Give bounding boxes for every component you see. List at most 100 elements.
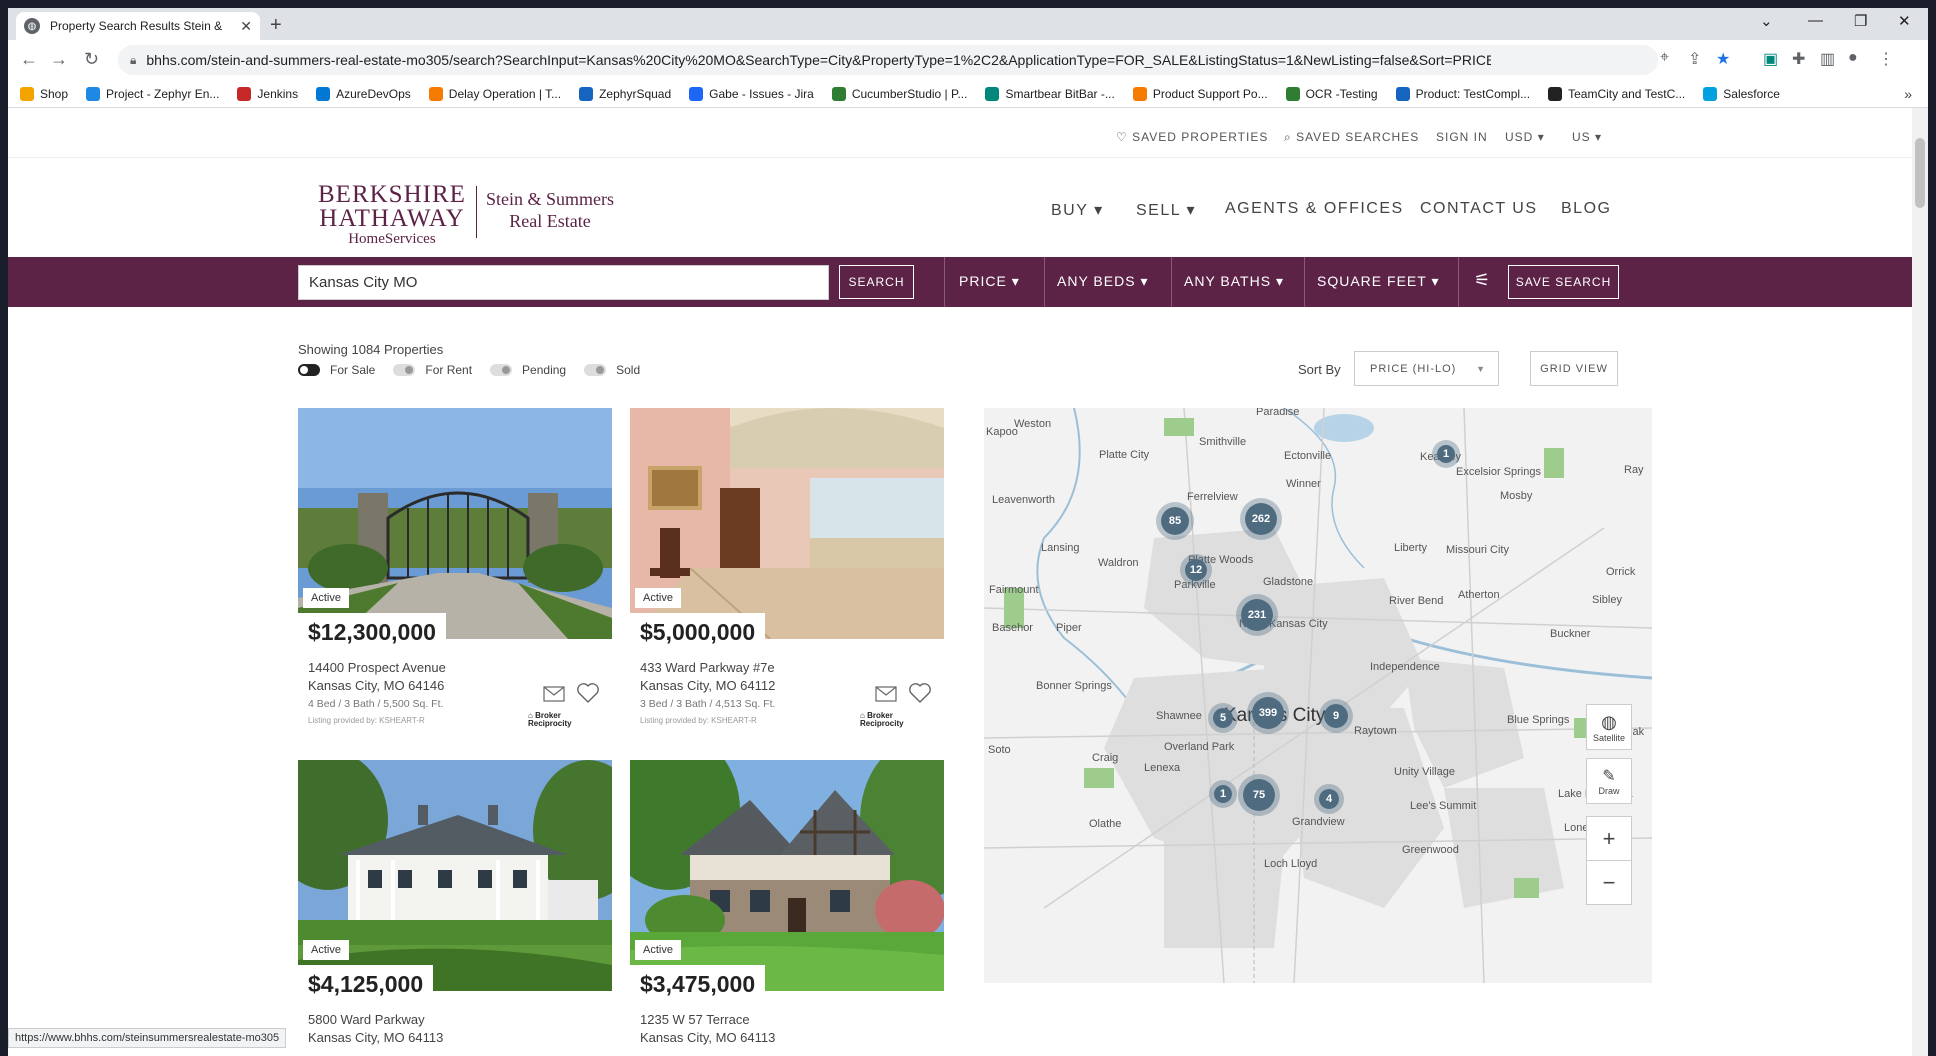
nav-buy[interactable]: BUY ▾ (1051, 200, 1104, 220)
map-cluster-marker[interactable]: 231 (1236, 594, 1278, 636)
map-place-label: Overland Park (1164, 741, 1235, 753)
extension-icon[interactable]: ▣ (1763, 49, 1778, 69)
status-badge: Active (635, 588, 681, 608)
listing-card[interactable]: Active $5,000,000 433 Ward Parkway #7e K… (630, 408, 944, 748)
grid-view-button[interactable]: GRID VIEW (1530, 351, 1618, 386)
scrollbar-thumb[interactable] (1915, 138, 1925, 208)
listing-address[interactable]: 433 Ward Parkway #7e (640, 660, 775, 675)
sold-toggle[interactable] (584, 364, 607, 376)
extensions-puzzle-icon[interactable]: ✚ (1792, 49, 1805, 69)
reload-icon[interactable]: ↻ (84, 49, 99, 70)
mail-icon[interactable] (875, 686, 897, 702)
price-filter-label: PRICE (959, 273, 1007, 289)
baths-filter[interactable]: ANY BATHS ▾ (1184, 273, 1284, 290)
bookmark-item[interactable]: ZephyrSquad (579, 86, 671, 101)
mail-icon[interactable] (543, 686, 565, 702)
map-cluster-marker[interactable]: 262 (1240, 498, 1282, 540)
sort-select[interactable]: PRICE (HI-LO) ▼ (1354, 351, 1499, 386)
bookmark-item[interactable]: Salesforce (1703, 86, 1780, 101)
sign-in-link[interactable]: SIGN IN (1436, 130, 1488, 144)
map-cluster-marker[interactable]: 75 (1238, 774, 1280, 816)
draw-button[interactable]: ✎ Draw (1586, 758, 1632, 804)
bookmark-item[interactable]: Project - Zephyr En... (86, 86, 219, 101)
nav-sell[interactable]: SELL ▾ (1136, 200, 1196, 220)
map-cluster-marker[interactable]: 1 (1209, 780, 1237, 808)
listing-card[interactable]: Active $12,300,000 14400 Prospect Avenue… (298, 408, 612, 748)
beds-filter[interactable]: ANY BEDS ▾ (1057, 273, 1148, 290)
search-button[interactable]: SEARCH (839, 265, 914, 299)
tab-search-icon[interactable]: ⌄ (1760, 12, 1773, 30)
browser-tab[interactable]: ◍ Property Search Results Stein & ✕ (16, 12, 260, 40)
profile-icon[interactable]: ● (1848, 49, 1858, 67)
map-place-label: Olathe (1089, 818, 1122, 830)
caret-down-icon: ▾ (1011, 273, 1020, 289)
bookmark-item[interactable]: Delay Operation | T... (428, 86, 561, 101)
forward-icon[interactable]: → (50, 49, 68, 70)
save-search-button[interactable]: SAVE SEARCH (1508, 265, 1619, 299)
map-cluster-marker[interactable]: 4 (1314, 784, 1344, 814)
bookmark-item[interactable]: AzureDevOps (316, 86, 411, 101)
lock-icon[interactable]: 🔒︎ (130, 53, 136, 68)
location-search-input[interactable]: Kansas City MO (298, 265, 829, 300)
heart-icon[interactable] (576, 682, 600, 704)
country-select[interactable]: US ▾ (1572, 130, 1602, 144)
sold-label: Sold (616, 363, 641, 377)
map-cluster-marker[interactable]: 5 (1208, 703, 1238, 733)
bookmark-item[interactable]: TeamCity and TestC... (1548, 86, 1685, 101)
listing-card[interactable]: Active $4,125,000 5800 Ward Parkway Kans… (298, 760, 612, 1056)
price-filter[interactable]: PRICE ▾ (959, 273, 1020, 290)
saved-searches-link[interactable]: ⌕ SAVED SEARCHES (1284, 130, 1419, 145)
minimize-button[interactable]: — (1808, 12, 1823, 29)
listing-card[interactable]: Active $3,475,000 1235 W 57 Terrace Kans… (630, 760, 944, 1056)
map-cluster-marker[interactable]: 85 (1156, 502, 1194, 540)
saved-properties-link[interactable]: ♡ SAVED PROPERTIES (1116, 130, 1268, 144)
more-bookmarks-icon[interactable]: » (1904, 86, 1912, 102)
map-cluster-marker[interactable]: 12 (1180, 554, 1212, 586)
bookmark-label: Gabe - Issues - Jira (709, 86, 814, 101)
listing-price: $5,000,000 (630, 613, 766, 646)
toggle-knob (405, 366, 414, 374)
side-panel-icon[interactable]: ▥ (1820, 49, 1835, 69)
listing-address[interactable]: 1235 W 57 Terrace (640, 1012, 750, 1027)
bookmark-item[interactable]: CucumberStudio | P... (831, 86, 967, 101)
new-tab-button[interactable]: + (270, 14, 282, 37)
map-cluster-marker[interactable]: 1 (1432, 440, 1460, 468)
menu-icon[interactable]: ⋮ (1878, 49, 1894, 69)
back-icon[interactable]: ← (20, 49, 38, 70)
page-scrollbar[interactable] (1912, 108, 1928, 1056)
pending-toggle[interactable] (490, 364, 513, 376)
map-cluster-marker[interactable]: 9 (1319, 699, 1353, 733)
zoom-in-button[interactable]: + (1586, 816, 1632, 861)
listing-address[interactable]: 5800 Ward Parkway (308, 1012, 425, 1027)
nav-agents-offices[interactable]: AGENTS & OFFICES (1225, 200, 1404, 218)
results-map[interactable]: Paradise Weston Smithville Platte City Ecton… (984, 408, 1652, 983)
brand-logo[interactable]: BERKSHIRE HATHAWAY HomeServices (318, 182, 466, 248)
bookmark-item[interactable]: Shop (20, 86, 68, 101)
currency-select[interactable]: USD ▾ (1505, 130, 1545, 144)
bookmark-item[interactable]: Smartbear BitBar -... (985, 86, 1115, 101)
heart-icon[interactable] (908, 682, 932, 704)
satellite-button[interactable]: ◍ Satellite (1586, 704, 1632, 750)
bookmark-favicon-icon (985, 86, 1000, 101)
sqft-filter[interactable]: SQUARE FEET ▾ (1317, 273, 1439, 290)
bookmark-item[interactable]: Product: TestCompl... (1395, 86, 1530, 101)
share-icon[interactable]: ⇪ (1688, 49, 1701, 69)
for-rent-toggle[interactable] (393, 364, 416, 376)
address-bar[interactable]: 🔒︎ bhhs.com/stein-and-summers-real-estat… (118, 45, 1658, 75)
location-icon[interactable]: ⌖ (1660, 49, 1669, 67)
bookmark-item[interactable]: Gabe - Issues - Jira (689, 86, 814, 101)
bookmark-item[interactable]: Jenkins (237, 86, 298, 101)
close-tab-icon[interactable]: ✕ (240, 18, 252, 35)
for-sale-toggle[interactable] (298, 364, 320, 376)
map-cluster-marker[interactable]: 399 (1247, 692, 1289, 734)
filters-sliders-icon[interactable]: ⚟ (1474, 270, 1491, 291)
bookmark-item[interactable]: Product Support Po... (1132, 86, 1268, 101)
bookmark-star-icon[interactable]: ★ (1716, 49, 1730, 69)
nav-contact-us[interactable]: CONTACT US (1420, 200, 1538, 218)
close-window-button[interactable]: ✕ (1898, 12, 1911, 30)
listing-address[interactable]: 14400 Prospect Avenue (308, 660, 446, 675)
bookmark-item[interactable]: OCR -Testing (1285, 86, 1378, 101)
nav-blog[interactable]: BLOG (1561, 200, 1611, 218)
restore-button[interactable]: ❐ (1854, 12, 1867, 30)
zoom-out-button[interactable]: − (1586, 860, 1632, 905)
